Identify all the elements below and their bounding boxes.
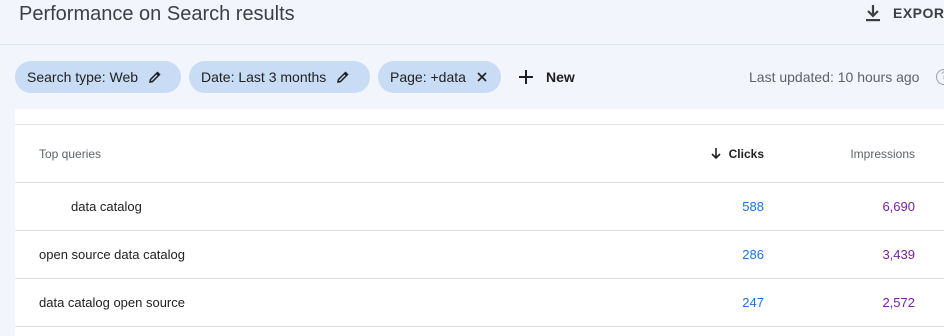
impressions-cell: 3,439 <box>882 247 915 262</box>
page-header: Performance on Search results EXPORT <box>0 0 944 45</box>
page-title: Performance on Search results <box>19 3 295 25</box>
table-header-row: Top queries Clicks Impressions <box>15 125 944 183</box>
table-row[interactable]: data catalog open source 247 2,572 <box>15 279 944 327</box>
impressions-cell: 6,690 <box>882 199 915 214</box>
pencil-icon[interactable] <box>148 70 162 84</box>
filter-bar: Search type: Web Date: Last 3 months Pag… <box>0 61 944 93</box>
chip-label: Search type: Web <box>27 69 139 85</box>
download-icon <box>866 5 880 22</box>
arrow-down-icon <box>711 148 721 160</box>
export-label: EXPORT <box>893 5 944 21</box>
filter-chip-page[interactable]: Page: +data <box>378 61 501 93</box>
column-header-impressions[interactable]: Impressions <box>850 125 915 182</box>
column-header-clicks-label: Clicks <box>728 146 764 161</box>
chip-label: Page: +data <box>390 69 466 85</box>
impressions-cell: 2,572 <box>882 295 915 310</box>
last-updated-text: Last updated: 10 hours ago <box>749 69 920 85</box>
export-button[interactable]: EXPORT <box>864 2 944 24</box>
new-filter-button[interactable]: New <box>518 61 575 93</box>
column-header-top-queries[interactable]: Top queries <box>39 125 101 182</box>
column-header-clicks[interactable]: Clicks <box>710 125 764 182</box>
query-cell: data catalog <box>71 199 142 214</box>
table-row[interactable]: open source data catalog 286 3,439 <box>15 231 944 279</box>
query-cell: open source data catalog <box>39 247 185 262</box>
queries-table-card: Top queries Clicks Impressions data cata… <box>15 109 944 336</box>
query-cell: data catalog open source <box>39 295 185 310</box>
plus-icon <box>519 70 533 84</box>
clicks-cell: 247 <box>742 295 764 310</box>
pencil-icon[interactable] <box>336 70 350 84</box>
help-icon[interactable]: ? <box>936 69 944 85</box>
clicks-cell: 588 <box>742 199 764 214</box>
new-filter-label: New <box>546 69 575 85</box>
chip-label: Date: Last 3 months <box>201 69 327 85</box>
clicks-cell: 286 <box>742 247 764 262</box>
table-row[interactable]: data catalog 588 6,690 <box>15 183 944 231</box>
close-icon[interactable] <box>476 71 488 83</box>
filter-chip-search-type[interactable]: Search type: Web <box>15 61 181 93</box>
filter-chip-date[interactable]: Date: Last 3 months <box>189 61 370 93</box>
